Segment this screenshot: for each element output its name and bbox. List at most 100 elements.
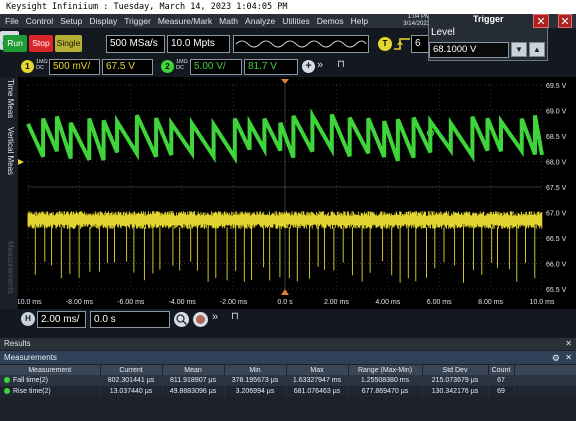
trigger-panel-close-button[interactable]: ✕	[533, 14, 549, 28]
menu-control[interactable]: Control	[26, 16, 53, 26]
waveform-svg[interactable]: -10.0 ms -8.00 ms -6.00 ms -4.00 ms -2.00 ms…	[18, 77, 576, 309]
sample-rate-field[interactable]: 500 MSa/s	[106, 35, 165, 53]
menu-trigger[interactable]: Trigger	[124, 16, 151, 26]
measurement-name-cell: Fall time(2)	[0, 375, 101, 386]
menu-math[interactable]: Math	[219, 16, 238, 26]
single-button[interactable]: Single	[55, 35, 82, 52]
more-chevrons-icon[interactable]: »	[317, 59, 323, 71]
results-close-icon[interactable]: ✕	[565, 338, 572, 350]
timebase-more-icon[interactable]: »	[212, 311, 218, 323]
tab-measurements[interactable]: Measurements	[2, 227, 15, 307]
trigger-level-down-button[interactable]: ▼	[511, 42, 527, 57]
menu-file[interactable]: File	[5, 16, 19, 26]
window-title-bar: Keysight Infiniium : Tuesday, March 14, …	[0, 0, 576, 14]
column-header[interactable]: Measurement	[0, 365, 101, 375]
memory-depth-field[interactable]: 10.0 Mpts	[167, 35, 230, 53]
window-title: Keysight Infiniium : Tuesday, March 14, …	[6, 2, 288, 12]
timebase-bar: H 2.00 ms/ 0.0 s » ⊓	[0, 309, 576, 331]
trigger-level-panel: Trigger Level 68.1000 V ▼ ▲	[428, 14, 548, 61]
channel-1-coupling: 1MΩ DC	[36, 59, 48, 71]
voltage-axis-labels: 69.5 V 69.0 V 68.5 V 68.0 V 67.5 V 67.0 V 66.5…	[546, 83, 567, 294]
waveform-display[interactable]: -10.0 ms -8.00 ms -6.00 ms -4.00 ms -2.00 ms…	[18, 77, 576, 309]
menu-help[interactable]: Help	[351, 16, 368, 26]
channel-2-mode: DC	[176, 65, 184, 71]
count-cell: 69	[488, 386, 515, 397]
reference-button[interactable]	[193, 312, 208, 327]
channel-2-scale[interactable]: 5.00 V/	[190, 59, 242, 75]
channel-2-badge[interactable]: 2	[161, 60, 174, 73]
measurements-header: Measurements ⚙ ✕	[0, 351, 576, 364]
table-header-row: Measurement Current Mean Min Max Range (…	[0, 365, 576, 375]
menu-utilities[interactable]: Utilities	[282, 16, 309, 26]
timebase-pin-icon[interactable]: ⊓	[231, 311, 239, 322]
menu-measure-mark[interactable]: Measure/Mark	[158, 16, 212, 26]
time-axis-label: -8.00 ms	[66, 299, 94, 306]
menu-analyze[interactable]: Analyze	[245, 16, 275, 26]
pin-icon[interactable]: ⊓	[337, 59, 345, 70]
time-axis-label: 6.00 ms	[427, 299, 452, 306]
time-axis-label: 0.0 s	[277, 299, 293, 306]
time-axis-label: 8.00 ms	[478, 299, 503, 306]
time-axis-label: -10.0 ms	[18, 299, 42, 306]
table-row[interactable]: Rise time(2) 13.037440 µs 49.8883096 µs …	[0, 386, 576, 397]
channel-2-offset[interactable]: 81.7 V	[244, 59, 298, 75]
column-header-spacer	[514, 365, 576, 375]
mean-cell: 811.918907 µs	[162, 375, 225, 386]
column-header[interactable]: Range (Max-Min)	[348, 365, 423, 375]
min-cell: 378.195673 µs	[224, 375, 287, 386]
stop-button[interactable]: Stop	[29, 35, 53, 52]
scope-app: File Control Setup Display Trigger Measu…	[0, 14, 576, 421]
menu-demos[interactable]: Demos	[317, 16, 344, 26]
time-axis-label: -4.00 ms	[169, 299, 197, 306]
channel-1-badge[interactable]: 1	[21, 60, 34, 73]
column-header[interactable]: Mean	[162, 365, 225, 375]
channel-2-dot-icon	[4, 388, 10, 394]
trigger-level-short[interactable]: 6	[411, 35, 429, 53]
trigger-level-input[interactable]: 68.1000 V	[429, 42, 509, 58]
clock: 1:04 PM 3/14/2023	[398, 14, 430, 28]
mean-cell: 49.8883096 µs	[162, 386, 225, 397]
voltage-axis-label: 68.0 V	[546, 160, 567, 167]
clock-time: 1:04 PM	[407, 14, 430, 20]
horizontal-badge[interactable]: H	[21, 312, 35, 326]
timebase-scale-field[interactable]: 2.00 ms/	[37, 311, 86, 328]
menu-display[interactable]: Display	[89, 16, 117, 26]
add-channel-button[interactable]: +	[302, 60, 315, 73]
measurement-name: Fall time(2)	[13, 377, 49, 384]
trigger-badge[interactable]: T	[378, 37, 392, 51]
column-header[interactable]: Count	[488, 365, 515, 375]
measurements-close-icon[interactable]: ✕	[565, 351, 572, 364]
reference-icon	[196, 315, 205, 324]
trigger-level-up-button[interactable]: ▲	[529, 42, 545, 57]
time-axis-label: 2.00 ms	[324, 299, 349, 306]
voltage-axis-label: 67.0 V	[546, 211, 567, 218]
table-row[interactable]: Fall time(2) 802.301441 µs 811.918907 µs…	[0, 375, 576, 386]
voltage-axis-label: 68.5 V	[546, 134, 567, 141]
clock-date: 3/14/2023	[403, 21, 430, 27]
gear-icon[interactable]: ⚙	[552, 352, 560, 365]
measurements-table: Measurement Current Mean Min Max Range (…	[0, 365, 576, 397]
tab-time-meas[interactable]: Time Meas	[2, 79, 15, 119]
rising-edge-icon[interactable]	[393, 37, 411, 51]
column-header[interactable]: Current	[100, 365, 163, 375]
tab-vertical-meas[interactable]: Vertical Meas	[2, 121, 15, 181]
channel-2-dot-icon	[4, 377, 10, 383]
channel-1-offset[interactable]: 67.5 V	[102, 59, 153, 75]
timebase-position-field[interactable]: 0.0 s	[90, 311, 170, 328]
channel-1-scale[interactable]: 500 mV/	[49, 59, 100, 75]
results-header: Results ✕	[0, 338, 576, 350]
current-cell: 13.037440 µs	[100, 386, 163, 397]
trigger-level-label: Level	[431, 27, 455, 38]
column-header[interactable]: Min	[224, 365, 287, 375]
menu-setup[interactable]: Setup	[60, 16, 82, 26]
time-axis-label: -2.00 ms	[220, 299, 248, 306]
window-close-button[interactable]: ✕	[558, 14, 572, 28]
zoom-button[interactable]	[174, 312, 189, 327]
waveform-overview[interactable]	[233, 35, 369, 53]
time-axis-label: 10.0 ms	[530, 299, 555, 306]
column-header[interactable]: Std Dev	[422, 365, 489, 375]
column-header[interactable]: Max	[286, 365, 349, 375]
run-button[interactable]: Run	[3, 35, 27, 52]
voltage-axis-label: 69.0 V	[546, 109, 567, 116]
stddev-cell: 215.073679 µs	[422, 375, 489, 386]
